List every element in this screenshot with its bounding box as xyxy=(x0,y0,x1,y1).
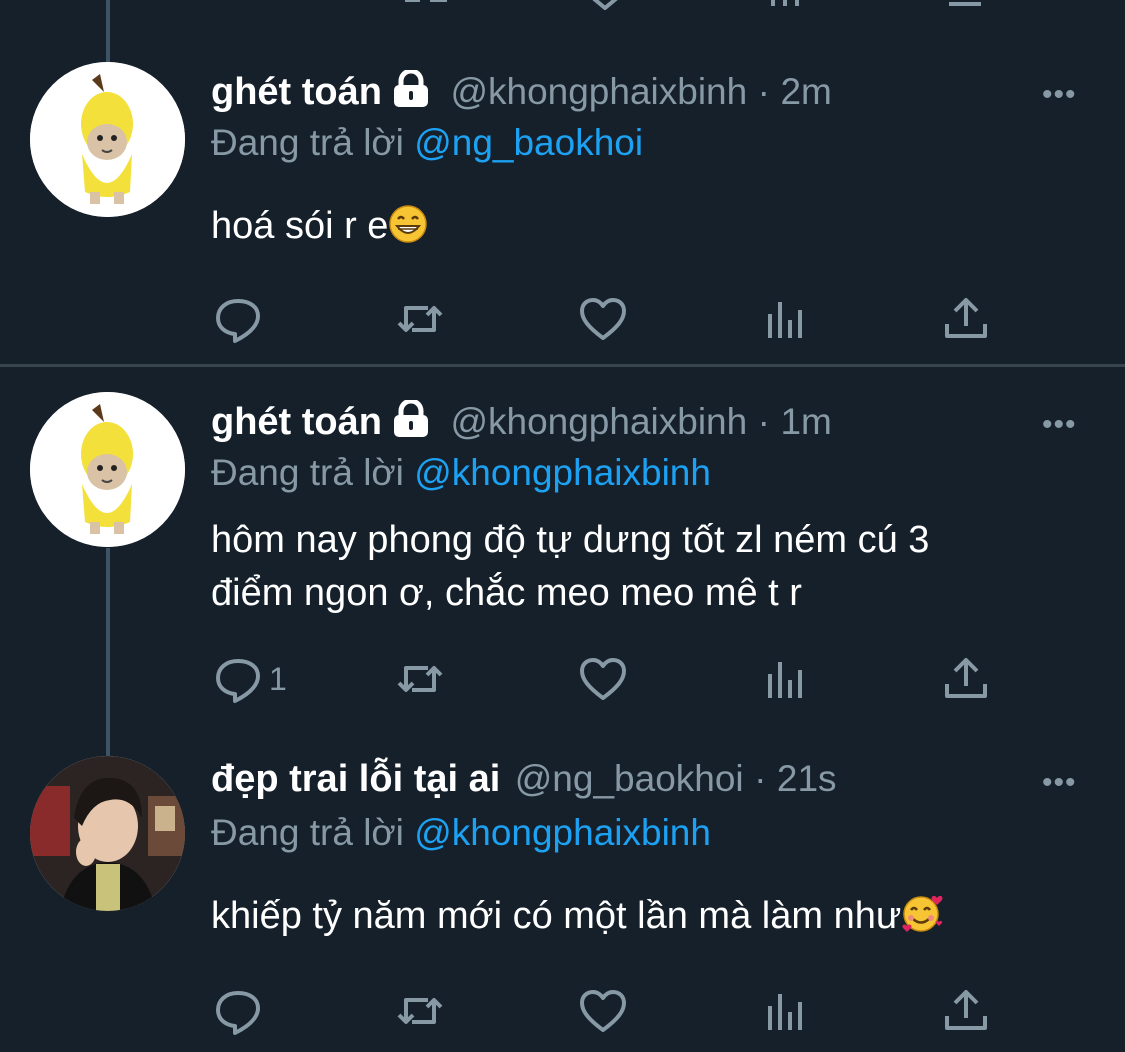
share-button[interactable] xyxy=(941,986,991,1036)
reply-icon xyxy=(216,299,260,343)
retweet-button[interactable] xyxy=(395,294,445,344)
tweet-line: hoá sói r e xyxy=(211,205,389,247)
analytics-icon xyxy=(768,302,802,338)
analytics-button[interactable] xyxy=(761,986,811,1036)
smiling-face-with-hearts-icon xyxy=(901,892,945,949)
like-button[interactable] xyxy=(578,986,628,1036)
display-name[interactable]: đẹp trai lỗi tại ai xyxy=(211,758,500,800)
avatar[interactable] xyxy=(30,392,185,547)
separator: · xyxy=(757,401,770,442)
handle[interactable]: @ng_baokhoi xyxy=(515,758,744,799)
mention-link[interactable]: @khongphaixbinh xyxy=(414,812,711,853)
grinning-face-icon xyxy=(388,204,428,259)
handle[interactable]: @khongphaixbinh xyxy=(450,401,747,442)
share-icon xyxy=(945,990,987,1030)
like-icon xyxy=(580,658,626,700)
reply-prefix: Đang trả lời xyxy=(211,452,404,493)
share-icon xyxy=(945,658,987,698)
retweet-icon xyxy=(397,998,443,1024)
share-icon xyxy=(945,298,987,338)
lock-icon xyxy=(390,68,432,113)
more-options-icon[interactable]: ••• xyxy=(1042,408,1077,442)
timestamp[interactable]: 21s xyxy=(777,758,837,799)
replying-to: Đang trả lời @khongphaixbinh xyxy=(211,452,711,494)
banana-cat-avatar xyxy=(30,62,185,217)
reply-button[interactable] xyxy=(213,986,263,1036)
retweet-button[interactable] xyxy=(395,654,445,704)
retweet-icon xyxy=(397,306,443,332)
reply-icon xyxy=(216,991,260,1035)
timestamp[interactable]: 1m xyxy=(780,401,831,442)
reply-icon xyxy=(216,659,260,703)
tweet[interactable]: ghét toán @khongphaixbinh · 1m ••• Đang … xyxy=(0,380,1125,725)
more-options-icon[interactable]: ••• xyxy=(1042,78,1077,112)
like-button[interactable] xyxy=(578,294,628,344)
mention-link[interactable]: @khongphaixbinh xyxy=(414,452,711,493)
more-options-icon[interactable]: ••• xyxy=(1042,766,1077,800)
partial-action-row xyxy=(0,0,1125,10)
timestamp[interactable]: 2m xyxy=(780,71,831,112)
avatar[interactable] xyxy=(30,62,185,217)
handle[interactable]: @khongphaixbinh xyxy=(450,71,747,112)
replying-to: Đang trả lời @ng_baokhoi xyxy=(211,122,643,164)
analytics-button[interactable] xyxy=(761,654,811,704)
like-icon xyxy=(580,990,626,1032)
retweet-button[interactable] xyxy=(395,986,445,1036)
analytics-icon xyxy=(768,994,802,1030)
retweet-icon xyxy=(397,666,443,692)
tweet[interactable]: đẹp trai lỗi tại ai @ng_baokhoi · 21s ••… xyxy=(0,742,1125,1052)
replying-to: Đang trả lời @khongphaixbinh xyxy=(211,812,711,854)
tweet-line: khiếp tỷ năm mới có một lần mà làm như xyxy=(211,895,902,937)
tweet-line: điểm ngon ơ, chắc meo meo mê t r xyxy=(211,572,802,614)
separator: · xyxy=(754,758,767,799)
tweet-line: hôm nay phong độ tự dưng tốt zl ném cú 3 xyxy=(211,519,930,561)
like-button[interactable] xyxy=(578,654,628,704)
display-name[interactable]: ghét toán xyxy=(211,71,382,113)
share-button[interactable] xyxy=(941,654,991,704)
avatar[interactable] xyxy=(30,756,185,911)
reply-count: 1 xyxy=(269,660,287,697)
share-button[interactable] xyxy=(941,294,991,344)
reply-prefix: Đang trả lời xyxy=(211,812,404,853)
tweet-text: hoá sói r e xyxy=(211,200,428,259)
person-photo-avatar xyxy=(30,756,185,911)
reply-prefix: Đang trả lời xyxy=(211,122,404,163)
tweet-text: hôm nay phong độ tự dưng tốt zl ném cú 3… xyxy=(211,514,929,620)
banana-cat-avatar xyxy=(30,392,185,547)
display-name[interactable]: ghét toán xyxy=(211,401,382,443)
mention-link[interactable]: @ng_baokhoi xyxy=(414,122,643,163)
reply-button[interactable] xyxy=(213,294,263,344)
divider xyxy=(0,364,1125,367)
tweet[interactable]: ghét toán @khongphaixbinh · 2m ••• Đang … xyxy=(0,50,1125,365)
reply-button[interactable]: 1 xyxy=(213,654,287,704)
tweet-text: khiếp tỷ năm mới có một lần mà làm như xyxy=(211,890,945,949)
lock-icon xyxy=(390,398,432,443)
analytics-icon xyxy=(768,662,802,698)
like-icon xyxy=(580,298,626,340)
analytics-button[interactable] xyxy=(761,294,811,344)
separator: · xyxy=(757,71,770,112)
